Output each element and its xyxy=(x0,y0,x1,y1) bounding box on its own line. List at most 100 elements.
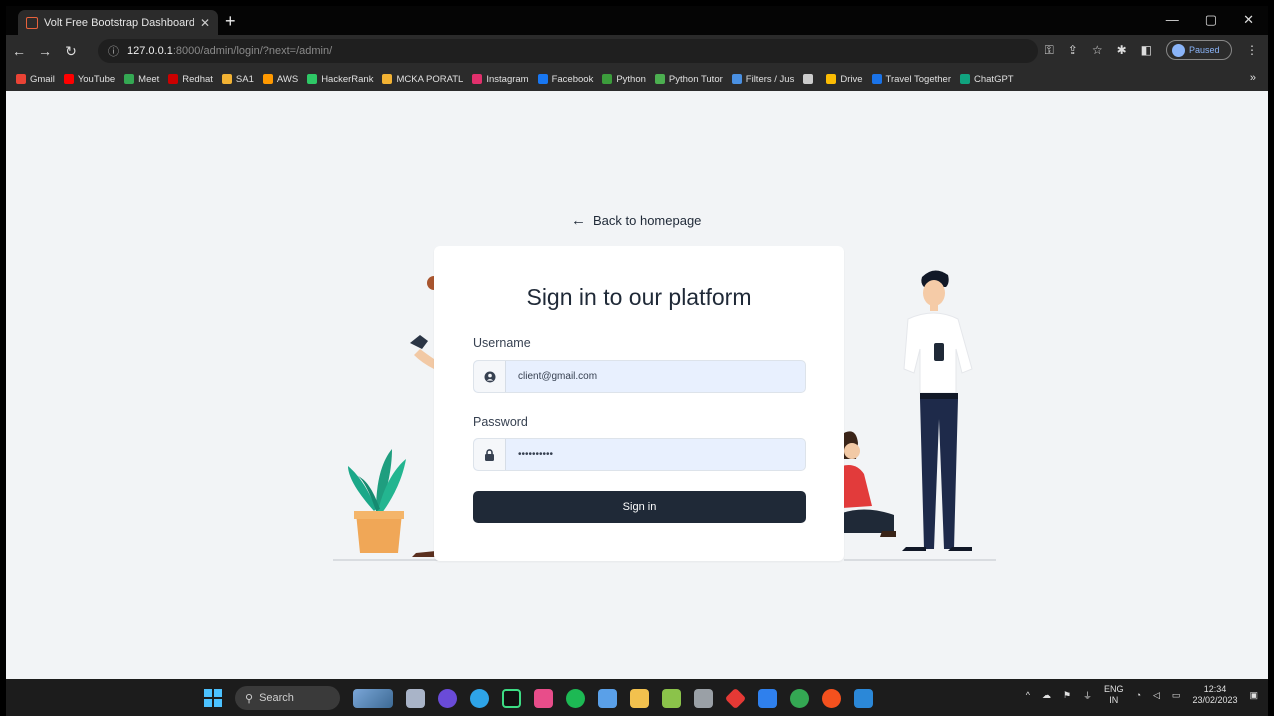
bookmark-favicon-icon xyxy=(382,74,393,84)
close-tab-icon[interactable]: ✕ xyxy=(200,16,210,30)
cloud-icon[interactable]: ☁ xyxy=(1042,690,1051,701)
app-icon-3[interactable] xyxy=(662,688,681,708)
bookmark-item[interactable]: YouTube xyxy=(63,74,115,85)
clock-time: 12:34 xyxy=(1203,684,1227,694)
bookmark-favicon-icon xyxy=(221,74,232,84)
bookmark-favicon-icon xyxy=(826,74,837,84)
bookmark-item[interactable]: Python Tutor xyxy=(654,74,723,85)
extensions-icon[interactable]: ✱ xyxy=(1117,43,1127,57)
window-controls: — ▢ ✕ xyxy=(1166,12,1254,28)
close-window-icon[interactable]: ✕ xyxy=(1243,12,1254,28)
language-indicator[interactable]: ENG IN xyxy=(1104,684,1124,706)
signin-button[interactable]: Sign in xyxy=(473,491,806,523)
back-arrow-icon[interactable]: ← xyxy=(6,43,32,59)
battery-icon[interactable]: ▭ xyxy=(1172,690,1181,701)
password-input[interactable] xyxy=(506,439,805,470)
bookmark-item[interactable]: Redhat xyxy=(168,74,213,85)
bookmark-favicon-icon xyxy=(307,74,318,84)
new-tab-icon[interactable]: + xyxy=(225,12,236,30)
wifi-icon[interactable]: ◔ xyxy=(1136,690,1141,700)
username-field[interactable] xyxy=(473,360,806,393)
bookmark-label: ChatGPT xyxy=(974,73,1014,85)
minimize-icon[interactable]: — xyxy=(1166,12,1179,28)
restore-icon[interactable]: ▢ xyxy=(1205,12,1217,28)
toolbar-actions: ⚿ ⇪ ☆ ✱ ◧ Paused ⋮ xyxy=(1045,40,1258,60)
task-view-icon[interactable] xyxy=(406,688,425,708)
terminal-icon[interactable] xyxy=(502,688,521,708)
edge-icon[interactable] xyxy=(470,688,489,708)
taskbar-search[interactable]: ⚲ Search xyxy=(235,686,340,710)
bookmark-favicon-icon xyxy=(168,74,179,84)
bookmark-item[interactable]: Travel Together xyxy=(871,73,951,85)
bookmarks-overflow-icon[interactable]: » xyxy=(1250,72,1256,84)
bookmark-item[interactable]: Drive xyxy=(826,73,863,85)
notification-icon[interactable]: ▣ xyxy=(1249,690,1258,701)
bookmark-item[interactable]: Facebook xyxy=(537,73,594,85)
vscode-icon[interactable] xyxy=(758,688,777,708)
profile-button[interactable]: Paused xyxy=(1166,40,1232,60)
bookmark-label: Redhat xyxy=(182,73,213,85)
app-icon-5[interactable] xyxy=(724,687,747,709)
bookmark-label: Drive xyxy=(840,73,863,85)
bookmark-label: AWS xyxy=(276,73,299,85)
windows-start-icon[interactable] xyxy=(204,689,222,707)
bookmark-item[interactable]: ChatGPT xyxy=(960,74,1014,85)
password-label: Password xyxy=(473,415,528,429)
tray-app-icon[interactable]: ⚑ xyxy=(1063,690,1071,701)
forward-arrow-icon[interactable]: → xyxy=(32,43,58,59)
site-info-icon[interactable]: ⓘ xyxy=(108,43,119,59)
bookmark-item[interactable]: Filters / Jus xyxy=(731,73,795,85)
volume-icon[interactable]: ◁ xyxy=(1153,690,1160,701)
settings-gear-icon[interactable] xyxy=(598,688,617,708)
bookmark-item[interactable]: HackerRank xyxy=(307,74,373,85)
bookmark-item[interactable]: Python xyxy=(602,74,646,85)
profile-status: Paused xyxy=(1189,45,1220,55)
taskbar-apps: ⚲ Search xyxy=(204,686,873,710)
bookmark-item[interactable]: Gmail xyxy=(16,74,55,85)
menu-kebab-icon[interactable]: ⋮ xyxy=(1246,43,1258,57)
bookmark-label: Facebook xyxy=(551,73,594,85)
reload-icon[interactable]: ↻ xyxy=(58,43,84,60)
bookmark-item[interactable]: Meet xyxy=(124,74,159,85)
widgets-icon[interactable] xyxy=(353,688,393,708)
bookmark-favicon-icon xyxy=(602,74,613,84)
app-icon-7[interactable] xyxy=(854,688,873,708)
bookmark-item[interactable] xyxy=(803,74,817,84)
usb-icon[interactable]: ⏚ xyxy=(1083,689,1092,702)
share-icon[interactable]: ⇪ xyxy=(1068,43,1078,57)
bookmark-favicon-icon xyxy=(124,74,135,84)
username-input[interactable] xyxy=(506,361,805,392)
app-icon-2[interactable] xyxy=(534,688,553,708)
bookmark-item[interactable]: Instagram xyxy=(472,74,529,85)
chrome-icon[interactable] xyxy=(790,688,809,708)
back-to-homepage-link[interactable]: ← Back to homepage xyxy=(571,212,701,229)
password-field[interactable] xyxy=(473,438,806,471)
bookmark-favicon-icon xyxy=(871,74,882,84)
sidepanel-icon[interactable]: ◧ xyxy=(1141,43,1152,57)
password-key-icon[interactable]: ⚿ xyxy=(1045,43,1054,58)
bookmarks-bar: Gmail YouTube Meet Redhat SA1 AWS HackerRank MC… xyxy=(6,67,1268,91)
file-explorer-icon[interactable] xyxy=(630,688,649,708)
app-icon-4[interactable] xyxy=(694,688,713,708)
star-bookmark-icon[interactable]: ☆ xyxy=(1092,43,1103,57)
browser-tab[interactable]: Volt Free Bootstrap Dashboard ✕ xyxy=(18,10,218,35)
bookmark-favicon-icon xyxy=(537,74,548,84)
bookmark-favicon-icon xyxy=(16,74,26,84)
bookmark-item[interactable]: MCKA PORATL xyxy=(382,74,463,85)
bookmark-favicon-icon xyxy=(960,74,970,84)
user-circle-icon xyxy=(474,361,506,392)
address-bar[interactable]: ⓘ 127.0.0.1:8000/admin/login/?next=/admi… xyxy=(98,39,1038,63)
bookmark-label: Filters / Jus xyxy=(745,73,795,85)
bookmark-item[interactable]: AWS xyxy=(262,73,299,85)
back-link-label: Back to homepage xyxy=(593,213,702,228)
bookmark-label: Travel Together xyxy=(885,73,951,85)
chevron-up-icon[interactable]: ^ xyxy=(1026,690,1030,700)
clock[interactable]: 12:34 23/02/2023 xyxy=(1192,684,1237,706)
app-icon-1[interactable] xyxy=(438,688,457,708)
spotify-icon[interactable] xyxy=(566,688,585,708)
app-icon-6[interactable] xyxy=(822,688,841,708)
lang-code: ENG xyxy=(1104,684,1124,694)
avatar xyxy=(1172,43,1185,57)
bookmark-favicon-icon xyxy=(262,74,273,84)
bookmark-item[interactable]: SA1 xyxy=(221,74,254,85)
